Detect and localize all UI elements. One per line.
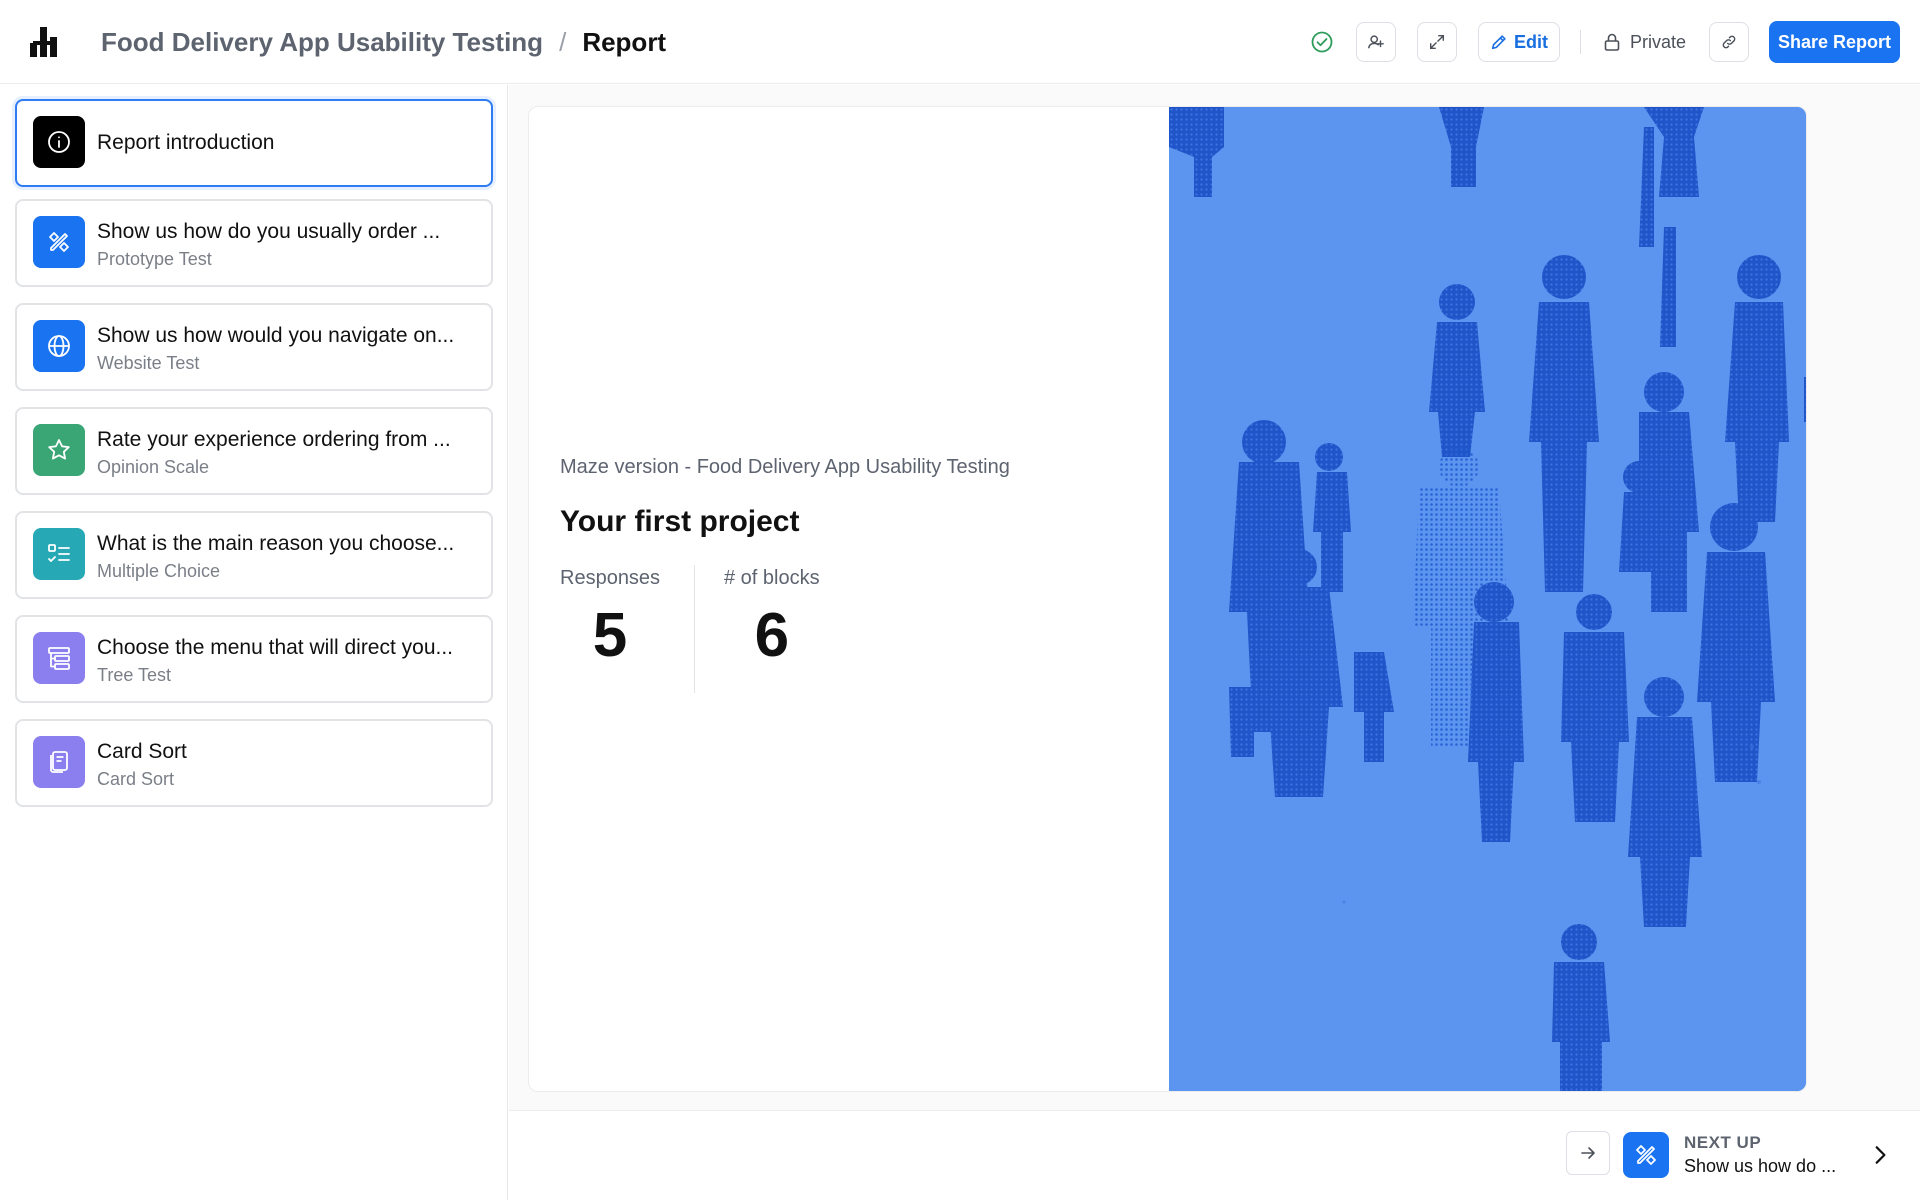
next-up-block-icon[interactable] <box>1623 1132 1669 1178</box>
sidebar-item-type: Prototype Test <box>97 249 212 269</box>
pencil-icon <box>1491 35 1506 50</box>
sidebar-item-type: Multiple Choice <box>97 561 221 581</box>
sidebar-item-type: Tree Test <box>97 665 172 685</box>
checklist-icon <box>48 544 70 562</box>
report-footer <box>509 1110 1920 1200</box>
sidebar-item-title: Rate your experience ordering from ... <box>97 428 451 451</box>
intro-card: Maze version - Food Delivery App Usabili… <box>528 106 1807 1092</box>
prototype-icon <box>49 232 69 252</box>
copy-link-button[interactable] <box>1709 22 1749 62</box>
blocks-value: 6 <box>754 601 790 670</box>
sidebar-item-tree-test[interactable]: Choose the menu that will direct you... … <box>15 615 493 703</box>
prototype-icon <box>1636 1145 1656 1165</box>
logo-icon[interactable] <box>30 27 62 57</box>
info-icon <box>48 131 70 153</box>
sidebar-item-opinion-scale[interactable]: Rate your experience ordering from ... O… <box>15 407 493 495</box>
globe-icon <box>48 335 70 357</box>
sidebar-item-prototype-test[interactable]: Show us how do you usually order ... Pro… <box>15 199 493 287</box>
blocks-stat: # of blocks 6 <box>724 567 820 671</box>
sidebar-item-card-sort[interactable]: Card Sort Card Sort <box>15 719 493 807</box>
add-user-icon <box>1368 35 1384 49</box>
link-icon <box>1722 35 1736 49</box>
privacy-toggle[interactable]: Private <box>1602 22 1686 62</box>
block-icon-container <box>33 736 85 788</box>
sidebar-item-website-test[interactable]: Show us how would you navigate on... Web… <box>15 303 493 391</box>
blocks-sidebar: Report introduction Show us how do you u… <box>0 85 508 1200</box>
sidebar-item-title: Show us how would you navigate on... <box>97 324 455 347</box>
sidebar-item-multiple-choice[interactable]: What is the main reason you choose... Mu… <box>15 511 493 599</box>
block-icon-container <box>33 632 85 684</box>
project-title: Your first project <box>560 505 800 538</box>
responses-label: Responses <box>560 567 661 589</box>
page-title: Report <box>582 26 667 57</box>
responses-stat: Responses 5 <box>560 567 660 671</box>
intro-summary: Maze version - Food Delivery App Usabili… <box>529 107 1169 1091</box>
expand-icon <box>1429 34 1445 50</box>
header-divider <box>1580 30 1581 54</box>
top-bar: Food Delivery App Usability Testing / Re… <box>0 0 1920 84</box>
next-page-button[interactable] <box>1866 1140 1894 1170</box>
check-circle-icon[interactable] <box>1310 30 1334 54</box>
arrow-right-icon <box>1581 1147 1595 1159</box>
add-collaborator-button[interactable] <box>1356 22 1396 62</box>
sidebar-item-report-introduction[interactable]: Report introduction <box>15 99 493 187</box>
lock-icon <box>1604 33 1620 51</box>
sidebar-item-type: Card Sort <box>97 769 175 789</box>
maze-version-label: Maze version - Food Delivery App Usabili… <box>560 456 1010 478</box>
next-block-button[interactable] <box>1566 1131 1610 1175</box>
sidebar-item-title: Choose the menu that will direct you... <box>97 636 454 659</box>
halftone-crowd-illustration <box>1169 107 1806 1091</box>
sidebar-item-title: Card Sort <box>97 740 187 763</box>
breadcrumb-separator: / <box>559 26 567 57</box>
block-icon-container <box>33 116 85 168</box>
next-up-title[interactable]: Show us how do ... <box>1684 1156 1836 1177</box>
sidebar-item-title: Show us how do you usually order ... <box>97 220 441 243</box>
sidebar-item-title: What is the main reason you choose... <box>97 532 455 555</box>
responses-value: 5 <box>592 601 628 670</box>
next-up-label: NEXT UP <box>1684 1133 1762 1152</box>
sidebar-item-type: Website Test <box>97 353 200 373</box>
blocks-label: # of blocks <box>724 567 820 589</box>
block-icon-container <box>33 424 85 476</box>
cards-icon <box>50 751 68 773</box>
edit-button[interactable]: Edit <box>1478 22 1560 62</box>
sidebar-item-type: Opinion Scale <box>97 457 210 477</box>
star-icon <box>48 439 70 460</box>
breadcrumb: Food Delivery App Usability Testing / Re… <box>101 24 666 60</box>
block-icon-container <box>33 216 85 268</box>
chevron-right-icon <box>1875 1146 1886 1164</box>
breadcrumb-project[interactable]: Food Delivery App Usability Testing <box>101 27 543 58</box>
stat-divider <box>694 565 695 693</box>
tree-icon <box>48 647 70 670</box>
sidebar-item-title: Report introduction <box>97 131 275 154</box>
cover-image <box>1169 107 1806 1091</box>
fullscreen-button[interactable] <box>1417 22 1457 62</box>
edit-button-label: Edit <box>1514 31 1548 52</box>
block-icon-container <box>33 528 85 580</box>
privacy-label: Private <box>1630 31 1687 52</box>
block-icon-container <box>33 320 85 372</box>
share-report-button[interactable]: Share Report <box>1769 21 1900 63</box>
